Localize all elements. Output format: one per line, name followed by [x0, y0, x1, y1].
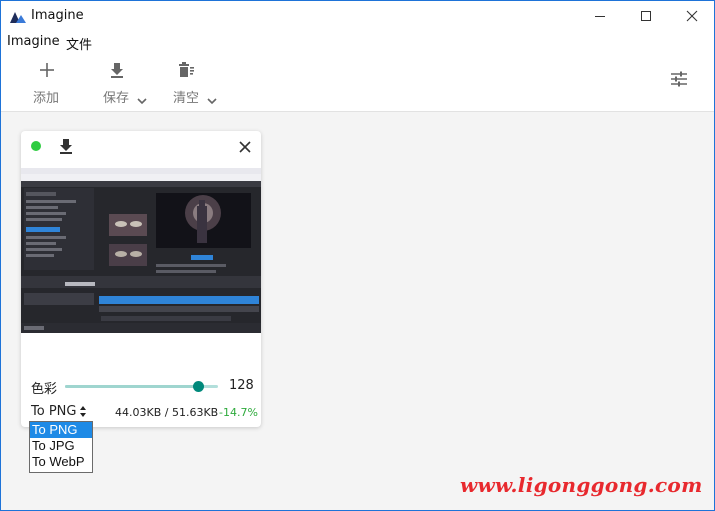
close-icon[interactable]	[669, 1, 715, 31]
menu-imagine[interactable]: Imagine	[7, 34, 60, 49]
title-bar: Imagine	[0, 0, 715, 31]
save-button-label: 保存	[103, 91, 130, 106]
file-size-text: 44.03KB / 51.63KB	[115, 406, 219, 419]
download-icon	[108, 61, 126, 79]
format-select[interactable]: To PNG	[31, 404, 87, 419]
maximize-icon[interactable]	[623, 1, 669, 31]
format-option-jpg[interactable]: To JPG	[30, 438, 92, 454]
add-button-label: 添加	[33, 91, 60, 106]
chevron-down-icon	[207, 90, 217, 105]
format-option-webp[interactable]: To WebP	[30, 454, 92, 470]
slider-thumb[interactable]	[192, 381, 204, 392]
format-option-png[interactable]: To PNG	[30, 422, 92, 438]
card-close-icon[interactable]	[238, 139, 252, 153]
watermark-text: www.ligonggong.com	[460, 473, 703, 497]
color-slider-label: 色彩	[31, 382, 58, 397]
slider-fill	[65, 385, 199, 388]
format-dropdown-list: To PNG To JPG To WebP	[29, 421, 93, 473]
menu-bar: Imagine 文件	[1, 31, 714, 53]
minimize-icon[interactable]	[577, 1, 623, 31]
clear-button[interactable]: 清空	[172, 53, 222, 111]
trash-icon	[177, 61, 195, 79]
color-slider-value: 128	[229, 378, 254, 393]
color-slider-row: 色彩 128	[21, 375, 261, 399]
card-download-icon[interactable]	[58, 138, 74, 154]
window-title: Imagine	[31, 8, 84, 23]
save-button[interactable]: 保存	[102, 53, 152, 111]
plus-icon	[38, 61, 56, 79]
chevron-down-icon	[137, 90, 147, 105]
menu-file[interactable]: 文件	[66, 34, 92, 53]
settings-sliders-icon	[670, 71, 688, 89]
image-preview[interactable]	[21, 168, 261, 333]
sort-arrows-icon	[79, 405, 87, 418]
clear-button-label: 清空	[173, 91, 200, 106]
add-button[interactable]: 添加	[31, 53, 65, 111]
status-dot	[31, 141, 41, 151]
format-select-value: To PNG	[31, 404, 77, 419]
app-logo-icon	[10, 9, 26, 23]
settings-button[interactable]	[666, 53, 692, 111]
toolbar: 添加 保存 清空	[1, 53, 714, 112]
size-change-percent: -14.7%	[219, 406, 258, 419]
image-card: 色彩 128 To PNG 44.03KB / 51.63KB -14.7%	[21, 131, 261, 427]
